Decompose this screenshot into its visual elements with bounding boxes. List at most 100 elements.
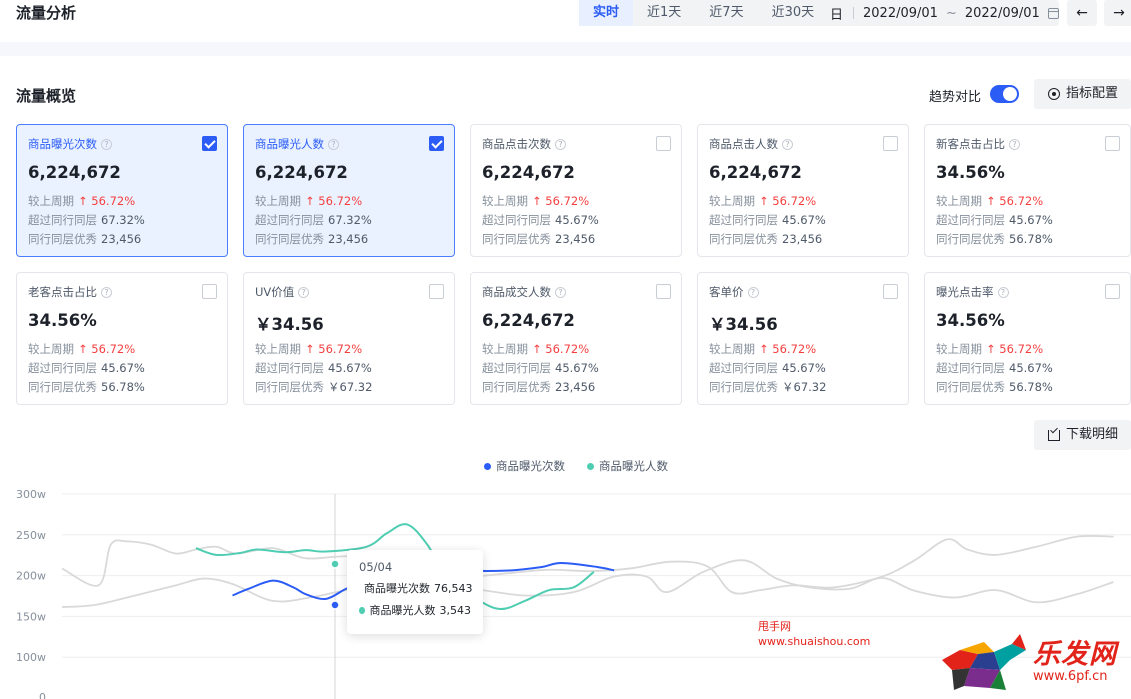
metric-name: 商品点击次数 [482,137,551,151]
metric-card-title: 商品点击人数? [709,136,793,152]
metric-card[interactable]: 商品点击人数? 6,224,672 较上周期 ↑ 56.72% 超过同行同层 45.67%… [697,124,909,257]
toggle-knob [1003,87,1017,101]
tooltip-row: 商品曝光人数 3,543 [359,602,471,618]
metric-checkbox[interactable] [883,136,898,151]
download-detail-button[interactable]: 下载明细 [1034,420,1131,450]
compare-label: 较上周期 [28,342,74,356]
tab-realtime[interactable]: 实时 [579,0,634,26]
watermark-text: 甩手网 [758,620,791,633]
beyond-row: 超过同行同层 45.67% [255,360,372,376]
excellent-value: ￥67.32 [328,380,373,394]
help-icon[interactable]: ? [328,138,339,150]
metric-card[interactable]: 商品曝光人数? 6,224,672 较上周期 ↑ 56.72% 超过同行同层 67.32%… [243,124,455,257]
beyond-row: 超过同行同层 67.32% [255,212,372,228]
beyond-row: 超过同行同层 67.32% [28,212,145,228]
excellent-row: 同行同层优秀 23,456 [709,231,822,247]
beyond-label: 超过同行同层 [936,213,1005,227]
help-icon[interactable]: ? [747,286,759,298]
chart-tooltip: 05/04 商品曝光次数 76,543 商品曝光人数 3,543 [347,550,483,634]
trend-compare-toggle[interactable] [990,85,1019,103]
date-separator: ~ [945,5,957,21]
metric-checkbox[interactable] [656,284,671,299]
help-icon[interactable]: ? [997,286,1009,298]
excellent-row: 同行同层优秀 ￥67.32 [255,379,372,395]
compare-row: 较上周期 ↑ 56.72% [482,341,589,357]
compare-value: ↑ 56.72% [305,194,363,208]
help-icon[interactable]: ? [298,286,310,298]
beyond-label: 超过同行同层 [28,213,97,227]
excellent-value: 23,456 [328,232,369,246]
metric-card[interactable]: UV价值? ￥34.56 较上周期 ↑ 56.72% 超过同行同层 45.67% 同行同层优… [243,272,455,405]
tab-last-7-days[interactable]: 近7天 [695,0,758,26]
metric-checkbox[interactable] [202,136,217,151]
excellent-value: ￥67.32 [782,380,827,394]
compare-value: ↑ 56.72% [532,342,590,356]
excellent-label: 同行同层优秀 [709,380,778,394]
download-label: 下载明细 [1066,427,1119,442]
compare-value: ↑ 56.72% [986,342,1044,356]
tab-last-1-day[interactable]: 近1天 [633,0,696,26]
excellent-value: 23,456 [101,232,142,246]
metric-checkbox[interactable] [883,284,898,299]
compare-value: ↑ 56.72% [78,194,136,208]
beyond-label: 超过同行同层 [709,361,778,375]
metric-card[interactable]: 商品成交人数? 6,224,672 较上周期 ↑ 56.72% 超过同行同层 45.67%… [470,272,682,405]
help-icon[interactable]: ? [555,138,566,150]
date-range-picker[interactable]: 日 2022/09/01 ~ 2022/09/01 [818,0,1059,26]
metric-card[interactable]: 老客点击占比? 34.56% 较上周期 ↑ 56.72% 超过同行同层 45.67% 同行同… [16,272,228,405]
metric-card[interactable]: 新客点击占比? 34.56% 较上周期 ↑ 56.72% 超过同行同层 45.67% 同行同… [924,124,1131,257]
metric-checkbox[interactable] [429,136,444,151]
beyond-label: 超过同行同层 [936,361,1005,375]
help-icon[interactable]: ? [101,286,112,298]
download-icon [1048,429,1060,441]
excellent-label: 同行同层优秀 [28,380,97,394]
metric-checkbox[interactable] [1105,136,1120,151]
legend-item[interactable]: 商品曝光次数 [484,458,565,474]
beyond-row: 超过同行同层 45.67% [28,360,145,376]
legend-item[interactable]: 商品曝光人数 [587,458,668,474]
metric-checkbox[interactable] [1105,284,1120,299]
metric-card[interactable]: 商品曝光次数? 6,224,672 较上周期 ↑ 56.72% 超过同行同层 67.32%… [16,124,228,257]
metric-config-button[interactable]: 指标配置 [1034,79,1131,109]
y-tick-label: 100w [16,651,46,664]
logo-text: 乐发网 [1033,639,1117,670]
help-icon[interactable]: ? [101,138,112,150]
metric-card[interactable]: 客单价? ￥34.56 较上周期 ↑ 56.72% 超过同行同层 45.67% 同行同层优秀… [697,272,909,405]
compare-value: ↑ 56.72% [986,194,1044,208]
metric-value: 34.56% [936,311,1005,330]
tooltip-series-value: 3,543 [439,603,472,617]
compare-label: 较上周期 [255,194,301,208]
metric-checkbox[interactable] [656,136,671,151]
next-period-button[interactable]: → [1104,0,1131,26]
metric-card[interactable]: 曝光点击率? 34.56% 较上周期 ↑ 56.72% 超过同行同层 45.67% 同行同层… [924,272,1131,405]
metric-checkbox[interactable] [202,284,217,299]
help-icon[interactable]: ? [782,138,793,150]
help-icon[interactable]: ? [1009,138,1020,150]
metric-value: 6,224,672 [28,163,121,182]
compare-row: 较上周期 ↑ 56.72% [482,193,589,209]
metric-card[interactable]: 商品点击次数? 6,224,672 较上周期 ↑ 56.72% 超过同行同层 45.67%… [470,124,682,257]
metric-name: 商品曝光人数 [255,137,324,151]
metric-checkbox[interactable] [429,284,444,299]
beyond-value: 45.67% [555,213,599,227]
beyond-row: 超过同行同层 45.67% [936,360,1053,376]
tooltip-row: 商品曝光次数 76,543 [359,580,473,596]
beyond-value: 45.67% [782,361,826,375]
compare-row: 较上周期 ↑ 56.72% [255,193,362,209]
page-title: 流量分析 [16,4,77,22]
beyond-value: 67.32% [328,213,372,227]
excellent-value: 56.78% [1009,380,1053,394]
metric-name: UV价值 [255,285,295,299]
beyond-label: 超过同行同层 [255,361,324,375]
metric-value: 6,224,672 [482,311,575,330]
help-icon[interactable]: ? [555,286,566,298]
excellent-label: 同行同层优秀 [482,232,551,246]
excellent-row: 同行同层优秀 23,456 [482,379,595,395]
beyond-label: 超过同行同层 [482,361,551,375]
logo-url: www.6pf.cn [1033,669,1108,684]
metric-value: 34.56% [28,311,97,330]
prev-period-button[interactable]: ← [1067,0,1097,26]
compare-value: ↑ 56.72% [759,194,817,208]
metric-value: ￥34.56 [709,315,778,334]
metric-name: 曝光点击率 [936,285,994,299]
